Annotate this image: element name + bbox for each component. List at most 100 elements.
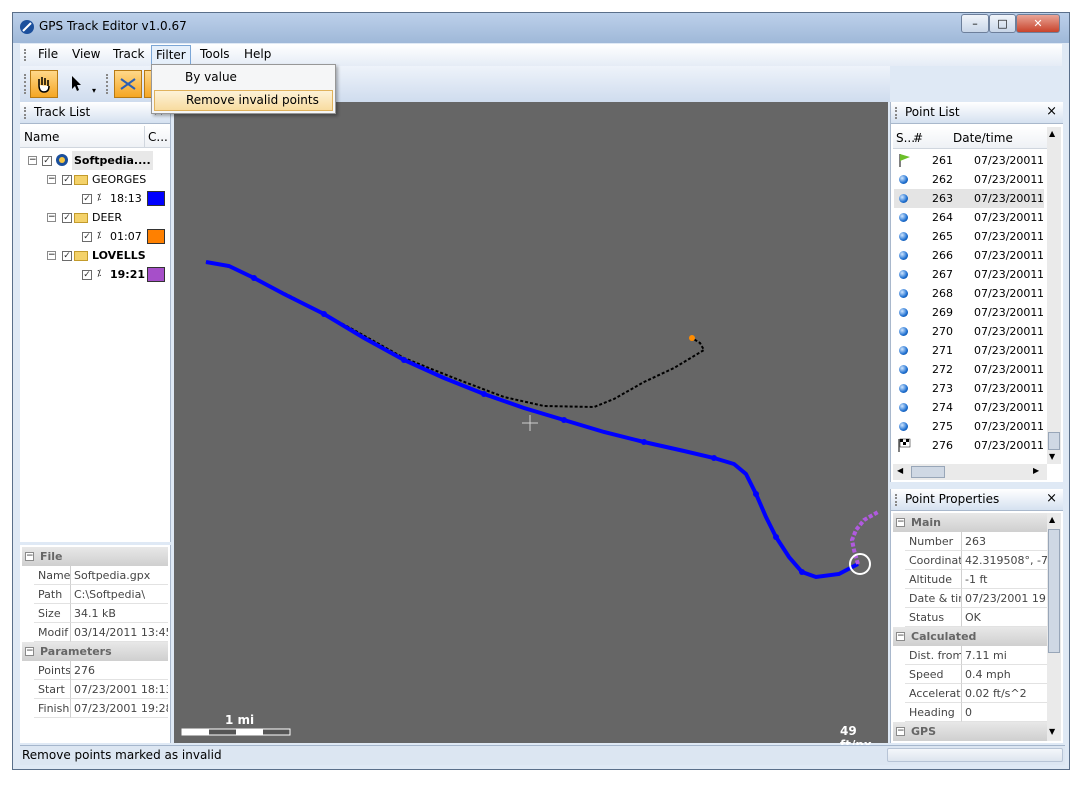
prop-value[interactable]: 0.4 mph (961, 665, 1047, 684)
prop-value[interactable]: 0 (961, 703, 1047, 722)
point-row[interactable]: 265 07/23/2001 1 (894, 227, 1044, 246)
collapse-icon[interactable]: − (47, 175, 56, 184)
section-calculated[interactable]: − Calculated (893, 627, 1047, 646)
prop-value[interactable]: -1 ft (961, 570, 1047, 589)
prop-value[interactable]: OK (961, 608, 1047, 627)
close-panel-icon[interactable]: × (1046, 491, 1057, 506)
tree-group-georges[interactable]: − ✓ GEORGES (20, 170, 170, 189)
prop-value[interactable]: C:\Softpedia\ (70, 585, 168, 604)
section-parameters[interactable]: − Parameters (22, 642, 168, 661)
point-row[interactable]: 269 07/23/2001 1 (894, 303, 1044, 322)
prop-value[interactable]: 0.02 ft/s^2 (961, 684, 1047, 703)
collapse-icon[interactable]: − (896, 727, 905, 736)
minimize-button[interactable]: – (961, 14, 989, 33)
point-list-hscrollbar[interactable]: ◀ ▶ (893, 464, 1047, 480)
track-tool-button[interactable] (114, 70, 142, 98)
prop-value[interactable]: 7.11 mi (961, 646, 1047, 665)
tree-track-deer[interactable]: ✓ ⁒ 01:07 (20, 227, 170, 246)
prop-value[interactable]: 07/23/2001 19:28: (70, 699, 168, 718)
point-row[interactable]: 262 07/23/2001 1 (894, 170, 1044, 189)
col-number-header[interactable]: # (913, 131, 923, 145)
point-row[interactable]: 271 07/23/2001 1 (894, 341, 1044, 360)
checkbox[interactable]: ✓ (82, 194, 92, 204)
scroll-down-icon[interactable]: ▼ (1049, 727, 1055, 736)
scroll-thumb[interactable] (1048, 432, 1060, 450)
map-view[interactable]: 1 mi 49 ft/px (174, 102, 888, 752)
track-color-swatch[interactable] (147, 267, 165, 282)
menu-tools[interactable]: Tools (198, 47, 232, 61)
close-panel-icon[interactable]: × (1046, 104, 1057, 119)
menu-track[interactable]: Track (111, 47, 146, 61)
hscroll-thumb[interactable] (911, 466, 945, 478)
point-row[interactable]: 268 07/23/2001 1 (894, 284, 1044, 303)
point-row[interactable]: 261 07/23/2001 1 (894, 151, 1044, 170)
track-color-swatch[interactable] (147, 191, 165, 206)
scroll-right-icon[interactable]: ▶ (1033, 466, 1039, 475)
selected-point-marker[interactable] (849, 553, 871, 575)
prop-value[interactable]: Softpedia.gpx (70, 566, 168, 585)
collapse-icon[interactable]: − (47, 251, 56, 260)
col-color-header[interactable]: C... (148, 130, 168, 144)
menu-file[interactable]: File (36, 47, 60, 61)
prop-value[interactable]: 34.1 kB (70, 604, 168, 623)
collapse-icon[interactable]: − (896, 518, 905, 527)
tree-group-deer[interactable]: − ✓ DEER (20, 208, 170, 227)
scroll-up-icon[interactable]: ▲ (1049, 515, 1055, 524)
point-row[interactable]: 270 07/23/2001 1 (894, 322, 1044, 341)
col-name-header[interactable]: Name (24, 130, 59, 144)
tool-dropdown-arrow-icon[interactable]: ▾ (92, 86, 100, 98)
prop-value[interactable]: 276 (70, 661, 168, 680)
point-row[interactable]: 276 07/23/2001 1 (894, 436, 1044, 455)
hand-tool-button[interactable] (30, 70, 58, 98)
menu-item-remove-invalid[interactable]: Remove invalid points (154, 90, 333, 111)
collapse-icon[interactable]: − (47, 213, 56, 222)
checkbox[interactable]: ✓ (62, 251, 72, 261)
checkbox[interactable]: ✓ (82, 232, 92, 242)
menu-view[interactable]: View (70, 47, 102, 61)
checkbox[interactable]: ✓ (42, 156, 52, 166)
maximize-button[interactable]: □ (989, 14, 1016, 33)
track-color-swatch[interactable] (147, 229, 165, 244)
prop-value[interactable]: 03/14/2011 13:45: (70, 623, 168, 642)
prop-value[interactable]: 07/23/2001 19:2 (961, 589, 1047, 608)
point-row[interactable]: 273 07/23/2001 1 (894, 379, 1044, 398)
point-list-vscrollbar[interactable]: ▲ ▼ (1047, 127, 1061, 464)
menu-filter[interactable]: Filter (151, 45, 191, 65)
prop-value[interactable]: 263 (961, 532, 1047, 551)
menu-item-by-value[interactable]: By value (154, 67, 333, 87)
menu-help[interactable]: Help (242, 47, 273, 61)
section-file[interactable]: − File (22, 547, 168, 566)
section-gps[interactable]: − GPS (893, 722, 1047, 741)
tree-track-georges[interactable]: ✓ ⁒ 18:13 (20, 189, 170, 208)
col-divider[interactable] (144, 126, 145, 148)
tree-track-lovells[interactable]: ✓ ⁒ 19:21 (20, 265, 170, 284)
scroll-up-icon[interactable]: ▲ (1049, 129, 1055, 138)
point-row[interactable]: 272 07/23/2001 1 (894, 360, 1044, 379)
prop-value[interactable]: 42.319508°, -70 (961, 551, 1047, 570)
point-row[interactable]: 264 07/23/2001 1 (894, 208, 1044, 227)
section-main[interactable]: − Main (893, 513, 1047, 532)
collapse-icon[interactable]: − (28, 156, 37, 165)
point-props-scrollbar[interactable]: ▲ ▼ (1047, 513, 1061, 741)
checkbox[interactable]: ✓ (62, 175, 72, 185)
point-row[interactable]: 267 07/23/2001 1 (894, 265, 1044, 284)
scroll-left-icon[interactable]: ◀ (897, 466, 903, 475)
map-canvas[interactable] (174, 102, 888, 743)
scroll-thumb[interactable] (1048, 529, 1060, 653)
select-tool-button[interactable] (62, 70, 90, 98)
checkbox[interactable]: ✓ (62, 213, 72, 223)
collapse-icon[interactable]: − (25, 552, 34, 561)
col-date-header[interactable]: Date/time (953, 131, 1013, 145)
collapse-icon[interactable]: − (896, 632, 905, 641)
point-row-selected[interactable]: 263 07/23/2001 1 (894, 189, 1044, 208)
checkbox[interactable]: ✓ (82, 270, 92, 280)
point-row[interactable]: 274 07/23/2001 1 (894, 398, 1044, 417)
point-row[interactable]: 266 07/23/2001 1 (894, 246, 1044, 265)
tree-group-lovells[interactable]: − ✓ LOVELLS (20, 246, 170, 265)
scroll-down-icon[interactable]: ▼ (1049, 452, 1055, 461)
point-row[interactable]: 275 07/23/2001 1 (894, 417, 1044, 436)
collapse-icon[interactable]: − (25, 647, 34, 656)
prop-value[interactable]: 07/23/2001 18:13: (70, 680, 168, 699)
close-button[interactable]: ✕ (1016, 14, 1060, 33)
tree-root[interactable]: − ✓ Softpedia.... (20, 151, 170, 170)
